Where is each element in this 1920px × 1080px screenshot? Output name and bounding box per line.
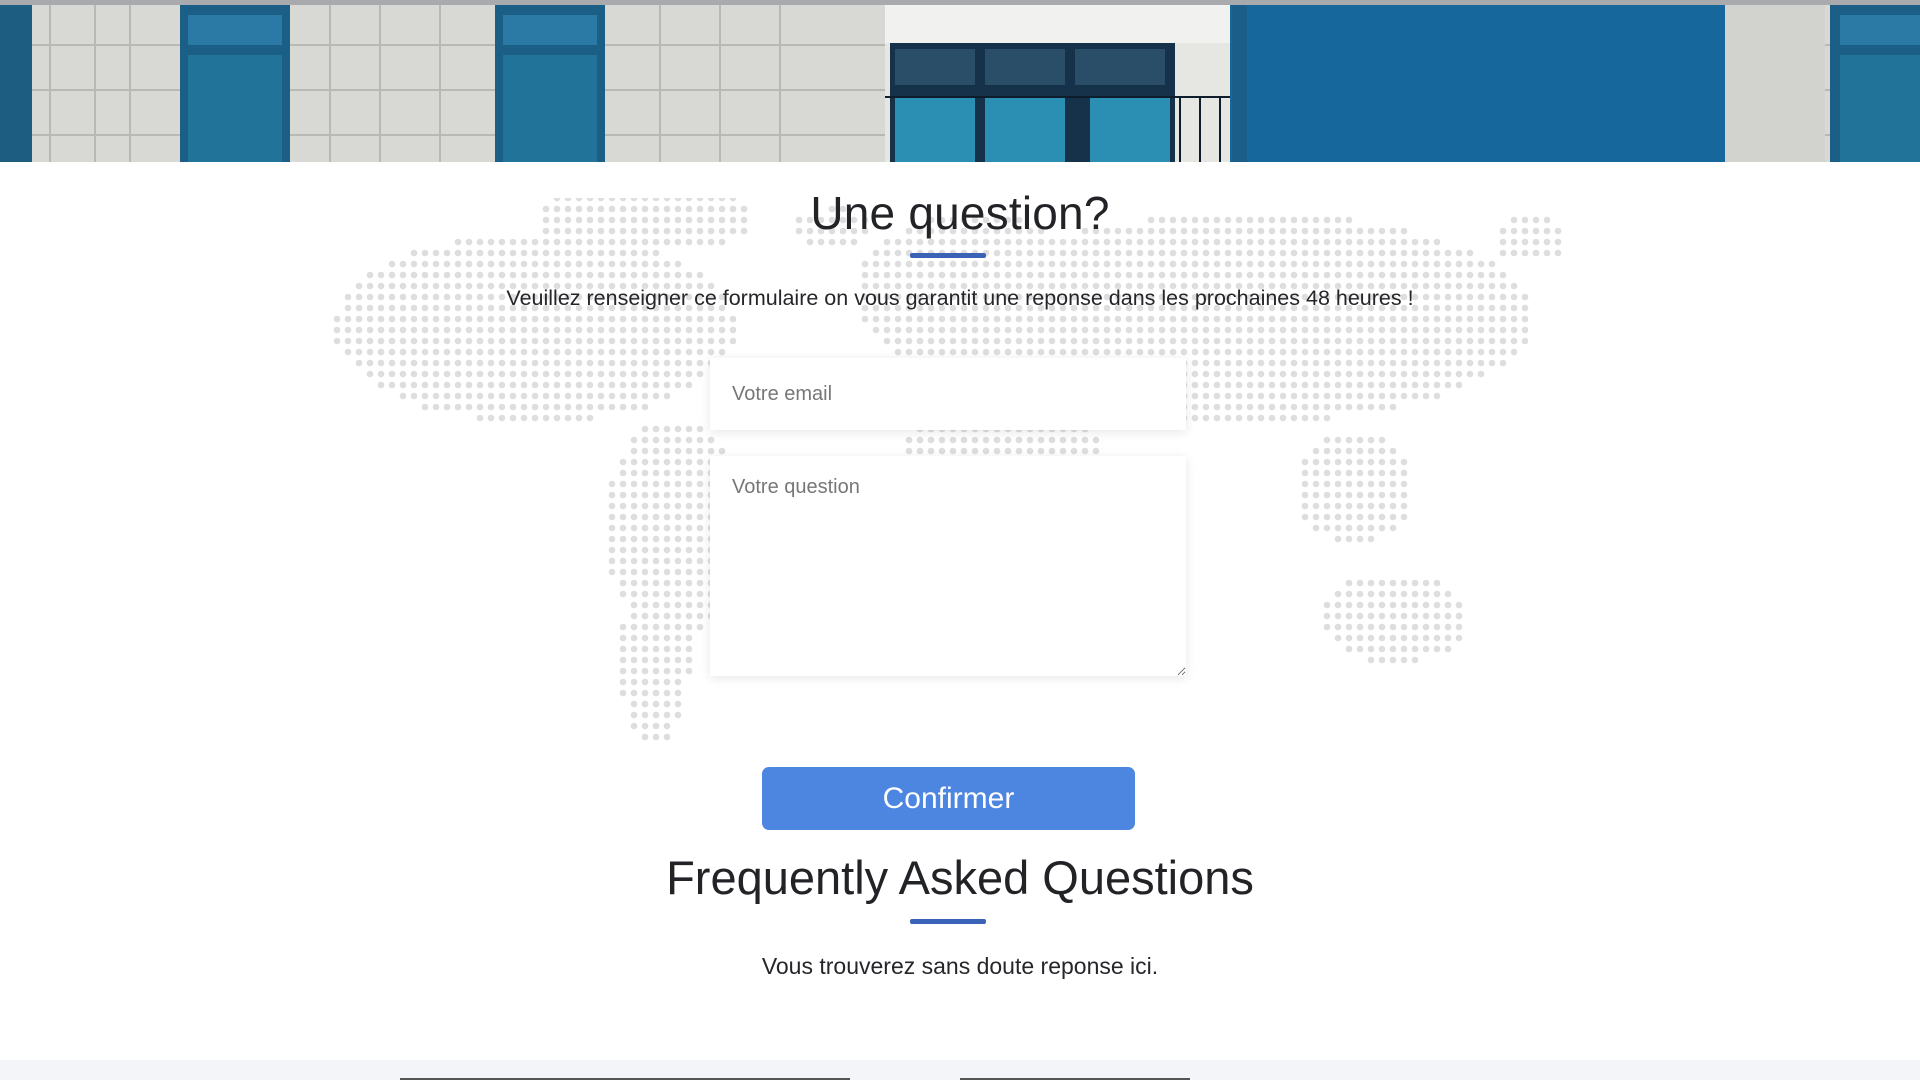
confirm-button[interactable]: Confirmer bbox=[762, 767, 1135, 830]
building-facade-photo bbox=[0, 5, 1920, 162]
faq-title-underline bbox=[910, 919, 986, 924]
hero-banner bbox=[0, 0, 1920, 162]
question-subtitle: Veuillez renseigner ce formulaire on vou… bbox=[506, 286, 1414, 310]
title-underline bbox=[910, 253, 986, 258]
faq-title: Frequently Asked Questions bbox=[666, 851, 1254, 904]
email-input[interactable] bbox=[710, 358, 1186, 430]
question-title: Une question? bbox=[810, 187, 1110, 239]
faq-subtitle: Vous trouverez sans doute reponse ici. bbox=[761, 953, 1159, 979]
next-section-edge bbox=[0, 1060, 1920, 1080]
contact-section: Une question? Veuillez renseigner ce for… bbox=[0, 162, 1920, 1080]
question-textarea[interactable] bbox=[710, 456, 1186, 676]
